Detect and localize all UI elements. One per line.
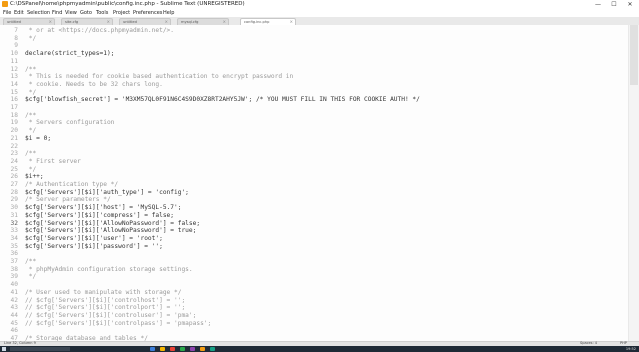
tab-untitled-1[interactable]: untitled × xyxy=(3,18,55,25)
minimap[interactable] xyxy=(628,25,639,341)
code-editor[interactable]: 7 * or at <https://docs.phpmyadmin.net/>… xyxy=(0,25,639,341)
menu-project[interactable]: Project xyxy=(113,9,130,17)
taskbar-app-icon[interactable] xyxy=(210,347,215,351)
menu-edit[interactable]: Edit xyxy=(14,9,24,17)
taskbar-clock: 19:52 xyxy=(625,347,636,351)
tab-untitled-2[interactable]: untitled × xyxy=(119,18,171,25)
taskbar-search-box[interactable] xyxy=(10,347,70,351)
window-title: C:\DSPanel\home\phpmyadmin\public\config… xyxy=(10,1,245,7)
taskbar-app-icon[interactable] xyxy=(160,347,165,351)
minimap-viewport[interactable] xyxy=(630,25,638,85)
taskbar-app-icon[interactable] xyxy=(180,347,185,351)
windows-start-icon[interactable] xyxy=(2,347,6,351)
sublime-app-icon xyxy=(2,1,8,7)
menu-file[interactable]: File xyxy=(3,9,11,17)
menu-tools[interactable]: Tools xyxy=(96,9,108,17)
menu-bar: File Edit Selection Find View Goto Tools… xyxy=(0,9,639,17)
maximize-button[interactable]: ☐ xyxy=(606,0,622,9)
menu-find[interactable]: Find xyxy=(52,9,62,17)
taskbar-app-icon[interactable] xyxy=(200,347,205,351)
close-button[interactable]: ✕ xyxy=(622,0,638,9)
taskbar-app-icon[interactable] xyxy=(170,347,175,351)
taskbar-app-icon[interactable] xyxy=(150,347,155,351)
taskbar-app-icon[interactable] xyxy=(190,347,195,351)
tab-site-cfg[interactable]: site.cfg × xyxy=(61,18,113,25)
tab-config-inc-php[interactable]: config.inc.php × xyxy=(240,18,296,25)
menu-help[interactable]: Help xyxy=(163,9,174,17)
tab-mysql-cfg[interactable]: mysql.cfg × xyxy=(177,18,229,25)
minimize-button[interactable]: — xyxy=(590,0,606,9)
windows-taskbar: 19:52 xyxy=(0,346,639,352)
menu-view[interactable]: View xyxy=(65,9,77,17)
menu-selection[interactable]: Selection xyxy=(27,9,50,17)
menu-goto[interactable]: Goto xyxy=(80,9,92,17)
menu-preferences[interactable]: Preferences xyxy=(133,9,162,17)
